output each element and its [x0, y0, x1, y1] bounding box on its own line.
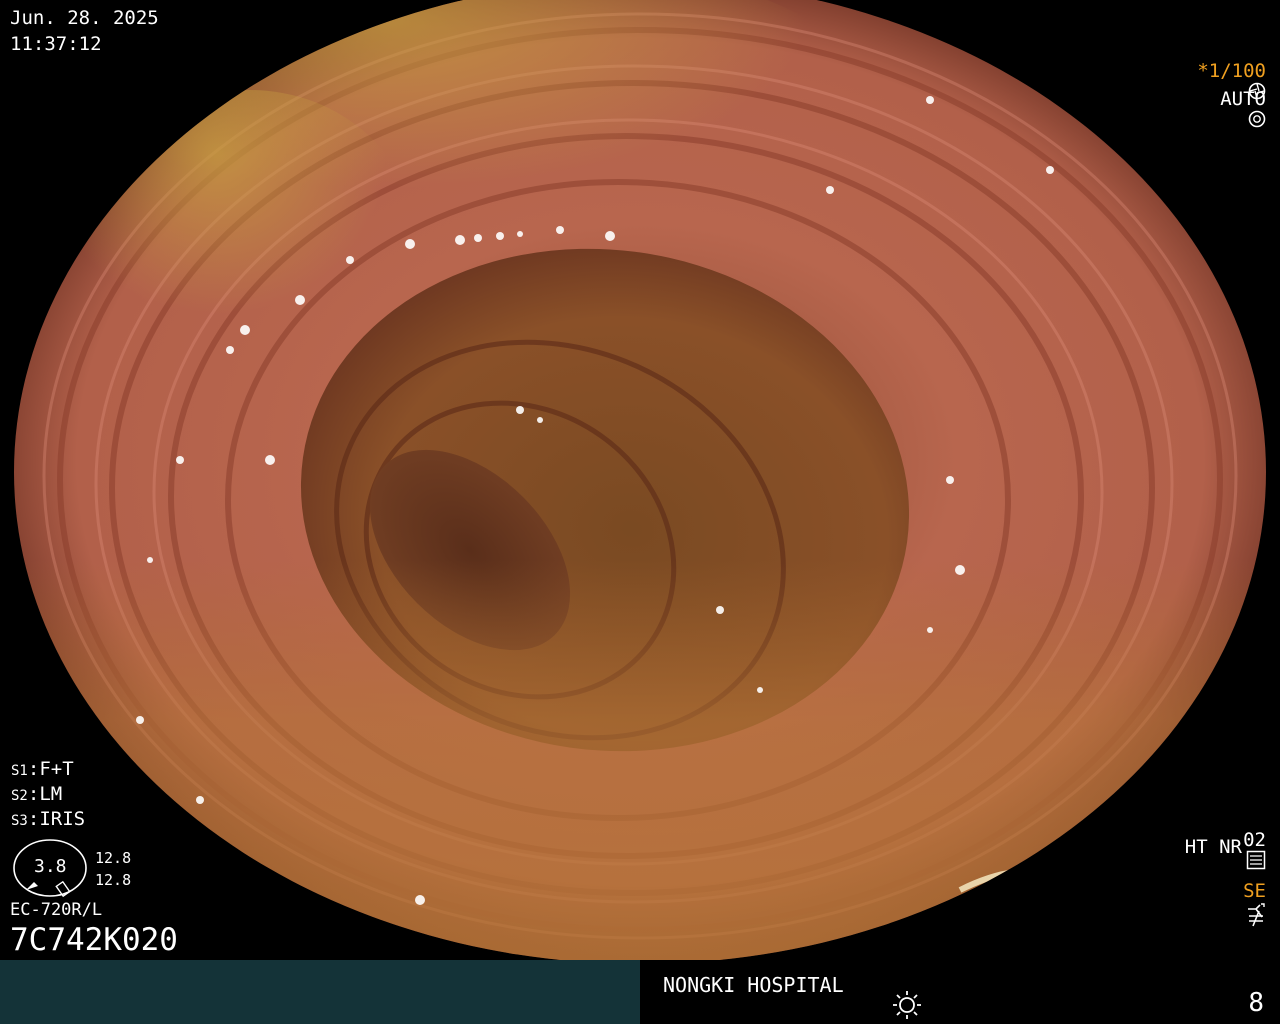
endoscopic-image: [14, 0, 1266, 960]
setting-s1-key: S1: [11, 763, 28, 779]
setting-s2-value: LM: [39, 783, 63, 805]
gauge-reading-2: 12.8: [95, 871, 132, 889]
time-text: 11:37:12: [10, 33, 102, 55]
footer-bar: [0, 960, 1280, 1024]
auto-exposure-icon: [1248, 110, 1266, 127]
hospital-name: NONGKI HOSPITAL: [663, 973, 844, 997]
endoscope-view: [0, 0, 1280, 960]
brightness-icon: [893, 991, 921, 1019]
setting-s1: S1:F+T: [11, 758, 74, 780]
exposure-mode: AUTO: [1197, 71, 1266, 128]
not-equal-icon: [1249, 910, 1263, 926]
scope-serial: 7C742K020: [10, 922, 178, 958]
page-number: 8: [1248, 988, 1264, 1018]
gauge-value: 3.8: [34, 856, 67, 877]
date-text: Jun. 28. 2025: [10, 7, 159, 29]
scope-model: EC-720R/L: [10, 900, 103, 920]
setting-s3: S3:IRIS: [11, 808, 86, 830]
setting-s2: S2:LM: [11, 783, 63, 805]
setting-s1-value: F+T: [39, 758, 74, 780]
footer-panel: [0, 960, 640, 1024]
gauge-reading-1: 12.8: [95, 849, 132, 867]
not-equal-indicator: [1222, 886, 1266, 928]
channel-text: 02: [1243, 829, 1266, 851]
mode-labels: HT NR: [1184, 836, 1242, 858]
setting-s3-key: S3: [11, 813, 28, 829]
setting-s2-key: S2: [11, 788, 28, 804]
setting-s3-value: IRIS: [39, 808, 86, 830]
exposure-mode-text: AUTO: [1220, 88, 1266, 110]
